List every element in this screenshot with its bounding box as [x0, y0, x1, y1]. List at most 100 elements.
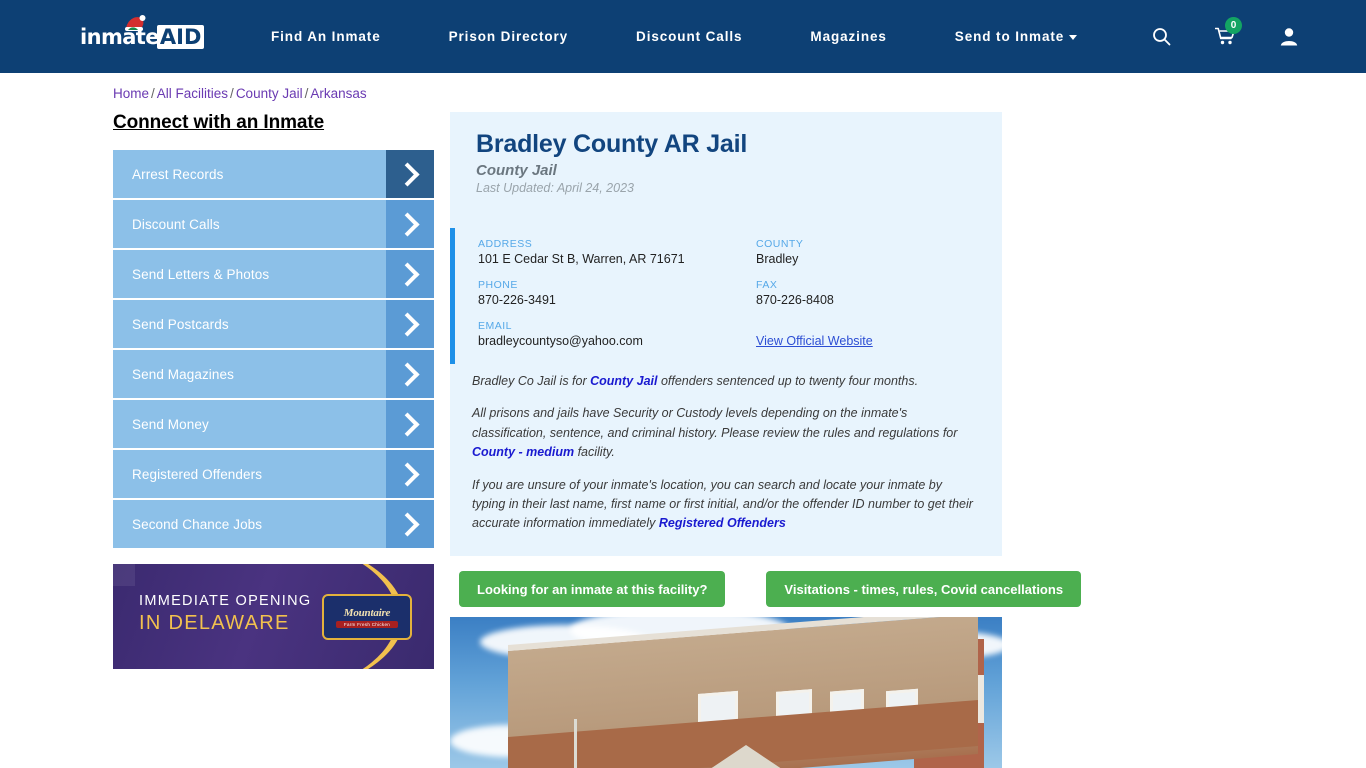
visitation-info-button[interactable]: Visitations - times, rules, Covid cancel… — [766, 571, 1082, 607]
sidebar-item-send-magazines[interactable]: Send Magazines — [113, 350, 434, 398]
nav-magazines[interactable]: Magazines — [810, 29, 886, 44]
sidebar-item-label: Discount Calls — [132, 216, 220, 232]
facility-photo — [450, 617, 1002, 768]
chevron-right-icon — [386, 200, 434, 248]
email-value: bradleycountyso@yahoo.com — [478, 334, 643, 348]
breadcrumb-item-home[interactable]: Home — [113, 86, 149, 101]
address-value: 101 E Cedar St B, Warren, AR 71671 — [478, 252, 685, 266]
ad-headline-line2: IN DELAWARE — [139, 611, 290, 634]
phone-field: PHONE 870-226-3491 — [478, 279, 756, 307]
sidebar-item-send-money[interactable]: Send Money — [113, 400, 434, 448]
view-official-website-link[interactable]: View Official Website — [756, 334, 873, 348]
ad-brand-name: Mountaire — [343, 606, 391, 619]
cart-button[interactable]: 0 — [1215, 17, 1242, 46]
facility-description: Bradley Co Jail is for County Jail offen… — [450, 366, 1002, 556]
sidebar-item-send-letters-photos[interactable]: Send Letters & Photos — [113, 250, 434, 298]
main-navigation: Find An Inmate Prison Directory Discount… — [271, 29, 1078, 44]
chevron-right-icon — [386, 500, 434, 548]
logo-badge: AID — [156, 24, 205, 49]
nav-send-to-inmate-label: Send to Inmate — [954, 29, 1065, 44]
account-button[interactable] — [1280, 27, 1298, 46]
santa-hat-icon — [125, 14, 146, 31]
ad-brand-tagline: Farm Fresh Chicken — [335, 620, 399, 628]
facility-type: County Jail — [476, 162, 557, 179]
fax-field: FAX 870-226-8408 — [756, 279, 976, 307]
desc1-text-b: offenders sentenced up to twenty four mo… — [657, 374, 919, 388]
email-field: EMAIL bradleycountyso@yahoo.com — [478, 320, 756, 348]
action-button-row: Looking for an inmate at this facility? … — [459, 571, 1082, 607]
site-header: inmate AID Find An Inmate Prison Director… — [0, 0, 1366, 73]
phone-value: 870-226-3491 — [478, 293, 556, 307]
desc3-link-registered-offenders[interactable]: Registered Offenders — [659, 516, 786, 530]
sidebar-item-second-chance-jobs[interactable]: Second Chance Jobs — [113, 500, 434, 548]
phone-label: PHONE — [478, 279, 518, 291]
search-icon — [1153, 28, 1171, 46]
description-paragraph-1: Bradley Co Jail is for County Jail offen… — [472, 372, 976, 391]
chevron-right-icon — [386, 450, 434, 498]
desc2-link-county-medium[interactable]: County - medium — [472, 445, 574, 459]
sidebar-item-label: Send Postcards — [132, 316, 229, 332]
page-title: Bradley County AR Jail — [476, 130, 748, 158]
county-field: COUNTY Bradley — [756, 238, 976, 266]
county-label: COUNTY — [756, 238, 804, 250]
ad-headline-line1: IMMEDIATE OPENING — [139, 593, 312, 609]
breadcrumb-item-arkansas[interactable]: Arkansas — [310, 86, 366, 101]
address-field: ADDRESS 101 E Cedar St B, Warren, AR 716… — [478, 238, 756, 266]
fax-label: FAX — [756, 279, 778, 291]
nav-prison-directory[interactable]: Prison Directory — [449, 29, 568, 44]
nav-send-to-inmate[interactable]: Send to Inmate — [954, 29, 1078, 44]
fax-value: 870-226-8408 — [756, 293, 834, 307]
search-button[interactable] — [1152, 27, 1171, 46]
ad-corner-decoration — [113, 564, 135, 586]
breadcrumb-separator: / — [304, 86, 309, 101]
site-logo[interactable]: inmate AID — [80, 14, 205, 52]
chevron-right-icon — [386, 350, 434, 398]
sidebar-item-label: Arrest Records — [132, 166, 224, 182]
nav-find-an-inmate[interactable]: Find An Inmate — [271, 29, 381, 44]
last-updated-text: Last Updated: April 24, 2023 — [476, 181, 634, 195]
logo-word: inmate — [80, 24, 159, 49]
sidebar-title: Connect with an Inmate — [113, 112, 325, 133]
photo-flag-pole — [574, 719, 577, 768]
sidebar-item-arrest-records[interactable]: Arrest Records — [113, 150, 434, 198]
sidebar-item-label: Registered Offenders — [132, 466, 263, 482]
ad-brand-logo: Mountaire Farm Fresh Chicken — [322, 594, 412, 640]
desc2-text-b: facility. — [574, 445, 615, 460]
breadcrumb-item-all-facilities[interactable]: All Facilities — [157, 86, 228, 101]
website-label-spacer — [756, 320, 976, 332]
facility-header: Bradley County AR Jail County Jail Last … — [450, 112, 1002, 203]
user-account-icon — [1280, 28, 1298, 46]
ad-text-block: IMMEDIATE OPENING IN DELAWARE — [139, 592, 311, 636]
breadcrumb-separator: / — [230, 86, 234, 101]
sidebar-item-registered-offenders[interactable]: Registered Offenders — [113, 450, 434, 498]
website-field: View Official Website — [756, 320, 976, 348]
email-label: EMAIL — [478, 320, 513, 332]
address-label: ADDRESS — [478, 238, 533, 250]
sidebar-item-label: Send Magazines — [132, 366, 234, 382]
nav-discount-calls[interactable]: Discount Calls — [636, 29, 742, 44]
facility-panel: Bradley County AR Jail County Jail Last … — [450, 112, 1002, 556]
description-paragraph-2: All prisons and jails have Security or C… — [472, 404, 976, 462]
breadcrumb-separator: / — [151, 86, 155, 101]
breadcrumb-item-county-jail[interactable]: County Jail — [236, 86, 303, 101]
chevron-right-icon — [386, 400, 434, 448]
advertisement-banner[interactable]: IMMEDIATE OPENING IN DELAWARE Mountaire … — [113, 564, 434, 669]
chevron-right-icon — [386, 250, 434, 298]
inmate-search-button[interactable]: Looking for an inmate at this facility? — [459, 571, 726, 607]
facility-info-block: ADDRESS 101 E Cedar St B, Warren, AR 716… — [450, 228, 1002, 366]
desc1-text-a: Bradley Co Jail is for — [472, 374, 591, 388]
sidebar-item-send-postcards[interactable]: Send Postcards — [113, 300, 434, 348]
sidebar: Connect with an Inmate Arrest Records Di… — [113, 112, 434, 550]
sidebar-item-label: Send Letters & Photos — [132, 266, 270, 282]
sidebar-item-label: Second Chance Jobs — [132, 516, 263, 532]
sidebar-item-label: Send Money — [132, 416, 209, 432]
chevron-right-icon — [386, 150, 434, 198]
description-paragraph-3: If you are unsure of your inmate's locat… — [472, 476, 976, 534]
county-value: Bradley — [756, 252, 799, 266]
desc1-link-county-jail[interactable]: County Jail — [590, 374, 657, 388]
chevron-right-icon — [386, 300, 434, 348]
cart-count-badge: 0 — [1225, 17, 1242, 34]
chevron-down-icon — [1069, 34, 1078, 40]
sidebar-item-discount-calls[interactable]: Discount Calls — [113, 200, 434, 248]
desc2-text-a: All prisons and jails have Security or C… — [472, 406, 958, 440]
